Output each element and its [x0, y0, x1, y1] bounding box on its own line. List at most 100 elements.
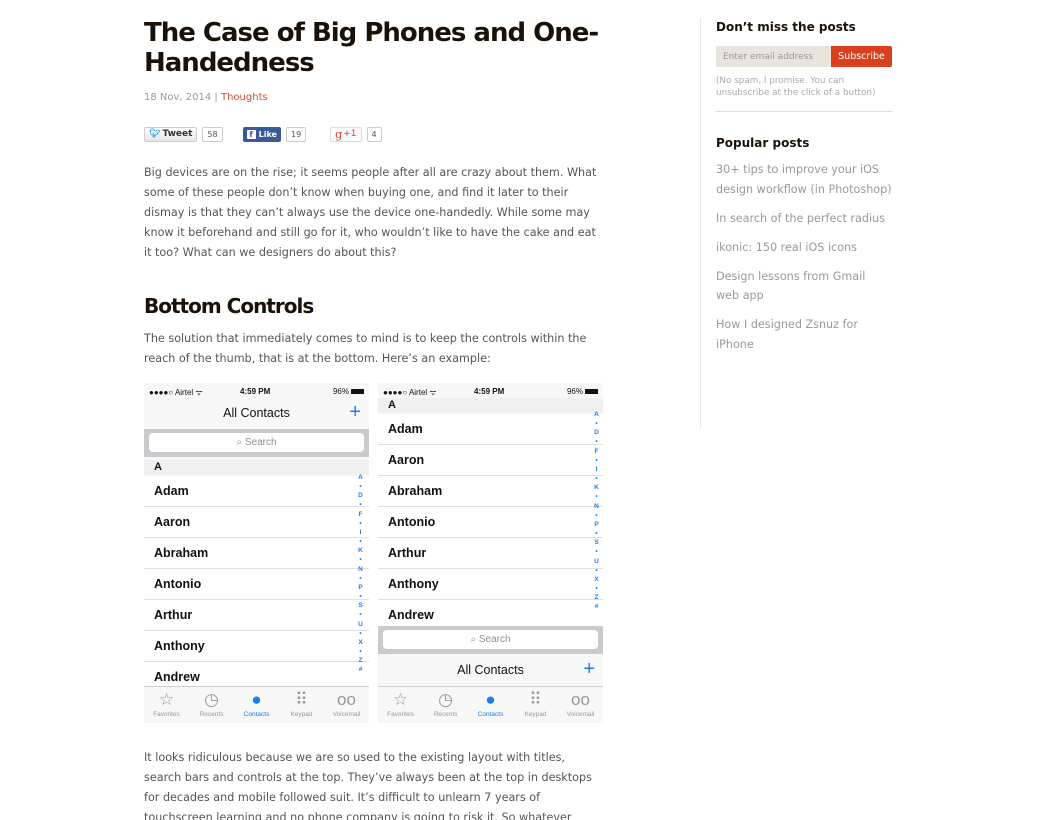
index-letter: S [594, 539, 599, 547]
intro-paragraph: Big devices are on the rise; it seems pe… [144, 166, 597, 259]
share-bar: 🐦︎ Tweet 58 f Like 19 g +1 4 [144, 125, 604, 143]
nav-bar: All Contacts + [144, 399, 369, 427]
index-letter: • [595, 548, 598, 556]
facebook-like-button[interactable]: f Like [242, 126, 281, 142]
battery-icon [585, 389, 598, 395]
index-letter: F [358, 510, 363, 518]
subscribe-button[interactable]: Subscribe [831, 46, 892, 67]
popular-post-link[interactable]: Design lessons from Gmail web app [716, 267, 892, 306]
popular-posts-heading: Popular posts [716, 136, 810, 150]
contact-row: Arthur [144, 600, 369, 631]
battery-indicator: 96% [567, 387, 598, 396]
tab-contacts: ● Contacts [468, 687, 513, 723]
index-letter: U [358, 620, 363, 628]
article-meta: 18 Nov, 2014 | Thoughts [144, 92, 604, 103]
index-letter: Z [594, 594, 599, 602]
search-bar: ⌕ Search [378, 626, 603, 654]
index-letter: U [594, 557, 599, 565]
index-letter: • [359, 538, 362, 546]
tab-label: Recents [433, 711, 458, 718]
index-letter: # [594, 603, 599, 611]
contact-list: Adam Aaron Abraham Antonio Arthur Anthony Andr… [378, 414, 603, 631]
favorites-icon: ☆ [158, 690, 175, 709]
contact-row: Abraham [144, 538, 369, 569]
email-input[interactable] [716, 46, 831, 67]
meta-separator: | [214, 92, 218, 103]
index-letter: D [358, 492, 363, 500]
contact-row: Antonio [378, 507, 603, 538]
article-date: 18 Nov, 2014 [144, 92, 212, 103]
tab-label: Keypad [290, 711, 313, 718]
category-link[interactable]: Thoughts [221, 92, 268, 103]
popular-post-link[interactable]: In search of the perfect radius [716, 209, 892, 229]
contacts-icon: ● [251, 690, 262, 709]
index-letter: N [358, 565, 363, 573]
tab-recents: ◷ Recents [189, 687, 234, 723]
google-plus-button[interactable]: g +1 [330, 126, 362, 142]
tab-favorites: ☆ Favorites [378, 687, 423, 723]
index-letter: S [358, 602, 363, 610]
tab-label: Contacts [243, 711, 270, 718]
article-continued: It looks ridiculous because we are so us… [144, 748, 604, 820]
add-contact-icon: + [583, 658, 595, 680]
newsletter-heading: Don’t miss the posts [716, 20, 856, 34]
section-heading: Bottom Controls [144, 294, 314, 318]
tab-label: Favorites [387, 711, 414, 718]
after-image-paragraph: It looks ridiculous because we are so us… [144, 751, 592, 820]
gplus-count: 4 [366, 126, 382, 142]
contact-row: Aaron [378, 445, 603, 476]
contact-row: Adam [378, 414, 603, 445]
index-letter: • [595, 438, 598, 446]
google-plus-icon: g [335, 127, 343, 141]
contacts-icon: ● [485, 690, 496, 709]
battery-indicator: 96% [333, 387, 364, 396]
index-letter: I [595, 465, 598, 473]
tab-label: Keypad [524, 711, 547, 718]
popular-posts-list: 30+ tips to improve your iOS design work… [716, 160, 892, 354]
article-title: The Case of Big Phones and One-Handednes… [144, 18, 599, 78]
tab-label: Voicemail [332, 711, 361, 718]
index-letter: • [359, 556, 362, 564]
sidebar-divider [700, 18, 701, 428]
search-field: ⌕ Search [383, 630, 598, 649]
gplus-label: +1 [343, 129, 357, 139]
popular-post-link[interactable]: 30+ tips to improve your iOS design work… [716, 160, 892, 199]
twitter-bird-icon: 🐦︎ [149, 129, 161, 139]
battery-icon [351, 389, 364, 395]
alphabet-index: A • D • F • I • K • N • P • S • U • X • Z # [356, 473, 365, 674]
phone-bottom-controls: ●●●●○ Airtel ᯤ 4:59 PM 96% A Adam Aaron Ab… [378, 383, 603, 723]
index-letter: # [358, 666, 363, 674]
subscribe-form: Subscribe [716, 46, 892, 67]
section-header: A [378, 398, 603, 413]
tab-bar: ☆ Favorites ◷ Recents ● Contacts ⠿ Keypad oo Voic… [144, 686, 369, 723]
popular-post-link[interactable]: ikonic: 150 real iOS icons [716, 238, 892, 258]
tab-contacts: ● Contacts [234, 687, 279, 723]
like-count: 19 [285, 126, 307, 142]
tab-keypad: ⠿ Keypad [513, 687, 558, 723]
contact-row: Arthur [378, 538, 603, 569]
index-letter: • [595, 584, 598, 592]
recents-icon: ◷ [438, 690, 453, 709]
search-bar: ⌕ Search [144, 429, 369, 457]
contact-list: Adam Aaron Abraham Antonio Arthur Anthony Andr… [144, 476, 369, 693]
index-letter: D [594, 429, 599, 437]
index-letter: N [594, 502, 599, 510]
add-contact-icon: + [349, 401, 361, 423]
spam-note: (No spam, I promise. You can unsubscribe… [716, 76, 876, 98]
tab-label: Recents [199, 711, 224, 718]
index-letter: A [594, 411, 599, 418]
index-letter: X [594, 575, 599, 583]
tweet-button[interactable]: 🐦︎ Tweet [144, 126, 198, 142]
index-letter: • [359, 629, 362, 637]
tab-keypad: ⠿ Keypad [279, 687, 324, 723]
index-letter: • [595, 493, 598, 501]
contact-row: Aaron [144, 507, 369, 538]
contact-row: Anthony [144, 631, 369, 662]
sidebar: Don’t miss the posts Subscribe (No spam,… [716, 20, 892, 364]
tab-label: Contacts [477, 711, 504, 718]
index-letter: • [595, 420, 598, 428]
status-bar: ●●●●○ Airtel ᯤ 4:59 PM 96% [144, 383, 369, 399]
tab-favorites: ☆ Favorites [144, 687, 189, 723]
index-letter: • [359, 483, 362, 491]
popular-post-link[interactable]: How I designed Zsnuz for iPhone [716, 315, 892, 354]
